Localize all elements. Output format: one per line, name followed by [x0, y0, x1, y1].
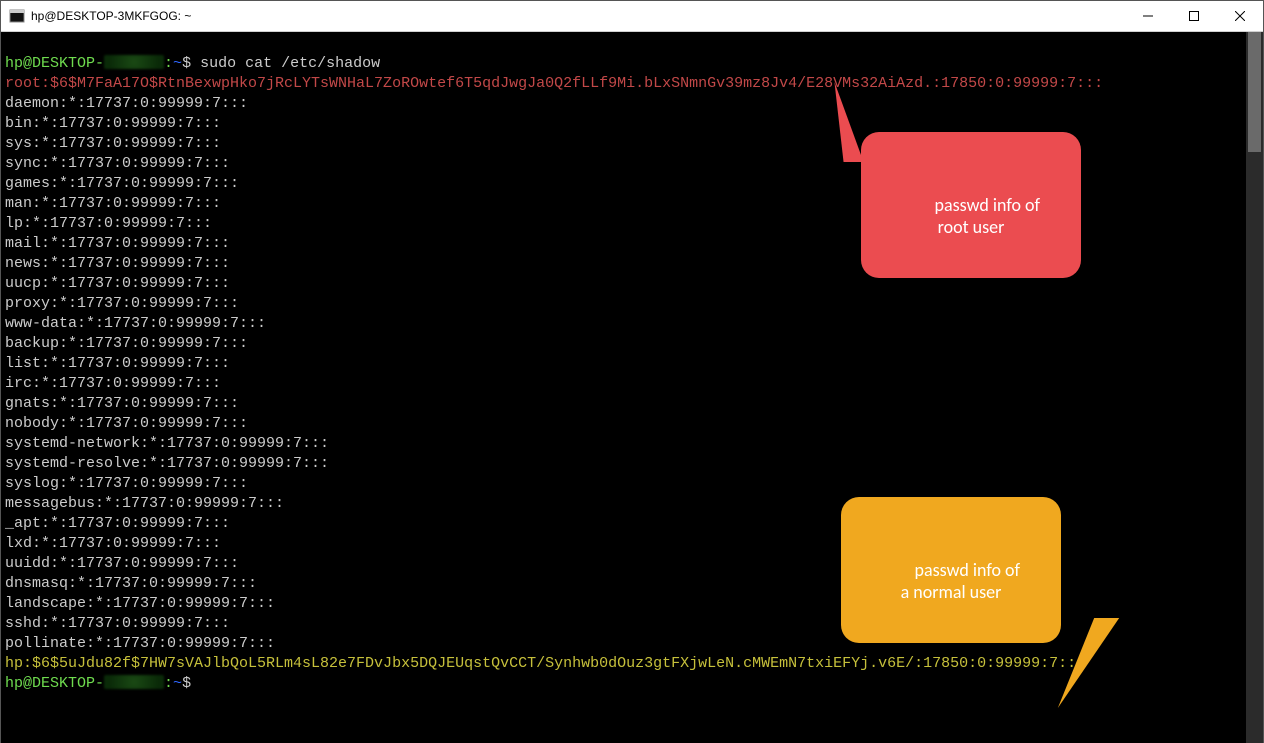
shadow-line: irc:*:17737:0:99999:7::: — [5, 375, 221, 392]
shadow-line: daemon:*:17737:0:99999:7::: — [5, 95, 248, 112]
shadow-line: news:*:17737:0:99999:7::: — [5, 255, 230, 272]
shadow-line-root: root:$6$M7FaA17O$RtnBexwpHko7jRcLYTsWNHa… — [5, 75, 1103, 92]
shadow-line: man:*:17737:0:99999:7::: — [5, 195, 221, 212]
shadow-line: landscape:*:17737:0:99999:7::: — [5, 595, 275, 612]
prompt-dollar: $ — [182, 55, 200, 72]
shadow-line: list:*:17737:0:99999:7::: — [5, 355, 230, 372]
vertical-scrollbar[interactable] — [1246, 32, 1263, 743]
shadow-line: bin:*:17737:0:99999:7::: — [5, 115, 221, 132]
hostname-redacted — [104, 675, 164, 689]
shadow-line: sys:*:17737:0:99999:7::: — [5, 135, 221, 152]
window-title: hp@DESKTOP-3MKFGOG: ~ — [31, 9, 191, 23]
titlebar: hp@DESKTOP-3MKFGOG: ~ — [1, 1, 1263, 32]
shadow-line: lp:*:17737:0:99999:7::: — [5, 215, 212, 232]
prompt-sep: : — [164, 55, 173, 72]
shadow-line: games:*:17737:0:99999:7::: — [5, 175, 239, 192]
callout-user: passwd info of a normal user — [841, 497, 1061, 643]
shadow-line: syslog:*:17737:0:99999:7::: — [5, 475, 248, 492]
shadow-line: pollinate:*:17737:0:99999:7::: — [5, 635, 275, 652]
shadow-line: sync:*:17737:0:99999:7::: — [5, 155, 230, 172]
shadow-line: systemd-resolve:*:17737:0:99999:7::: — [5, 455, 329, 472]
maximize-button[interactable] — [1171, 1, 1217, 31]
shadow-line: nobody:*:17737:0:99999:7::: — [5, 415, 248, 432]
callout-text: passwd info of a normal user — [901, 559, 1020, 603]
shadow-line: lxd:*:17737:0:99999:7::: — [5, 535, 221, 552]
prompt-userhost: hp@DESKTOP- — [5, 675, 104, 692]
shadow-line: uuidd:*:17737:0:99999:7::: — [5, 555, 239, 572]
prompt-sep: : — [164, 675, 173, 692]
callout-text: passwd info of root user — [935, 194, 1040, 238]
window: hp@DESKTOP-3MKFGOG: ~ hp@DESKTOP-:~$ sud… — [0, 0, 1264, 743]
terminal-app-icon — [9, 8, 25, 24]
scrollbar-thumb[interactable] — [1248, 32, 1261, 152]
command-text: sudo cat /etc/shadow — [200, 55, 380, 72]
hostname-redacted — [104, 55, 164, 69]
shadow-line: gnats:*:17737:0:99999:7::: — [5, 395, 239, 412]
shadow-line: backup:*:17737:0:99999:7::: — [5, 335, 248, 352]
shadow-line: sshd:*:17737:0:99999:7::: — [5, 615, 230, 632]
shadow-line: dnsmasq:*:17737:0:99999:7::: — [5, 575, 257, 592]
callout-tail-icon — [814, 82, 863, 162]
prompt-path: ~ — [173, 675, 182, 692]
shadow-line: www-data:*:17737:0:99999:7::: — [5, 315, 266, 332]
callout-root: passwd info of root user — [861, 132, 1081, 278]
close-button[interactable] — [1217, 1, 1263, 31]
shadow-line: proxy:*:17737:0:99999:7::: — [5, 295, 239, 312]
minimize-button[interactable] — [1125, 1, 1171, 31]
prompt-dollar: $ — [182, 675, 200, 692]
shadow-line: messagebus:*:17737:0:99999:7::: — [5, 495, 284, 512]
prompt-userhost: hp@DESKTOP- — [5, 55, 104, 72]
shadow-line: mail:*:17737:0:99999:7::: — [5, 235, 230, 252]
shadow-line: uucp:*:17737:0:99999:7::: — [5, 275, 230, 292]
shadow-line-hp: hp:$6$5uJdu82f$7HW7sVAJlbQoL5RLm4sL82e7F… — [5, 655, 1085, 672]
shadow-line: _apt:*:17737:0:99999:7::: — [5, 515, 230, 532]
prompt-path: ~ — [173, 55, 182, 72]
shadow-line: systemd-network:*:17737:0:99999:7::: — [5, 435, 329, 452]
terminal-output[interactable]: hp@DESKTOP-:~$ sudo cat /etc/shadow root… — [1, 32, 1246, 743]
terminal-area: hp@DESKTOP-:~$ sudo cat /etc/shadow root… — [1, 32, 1263, 743]
